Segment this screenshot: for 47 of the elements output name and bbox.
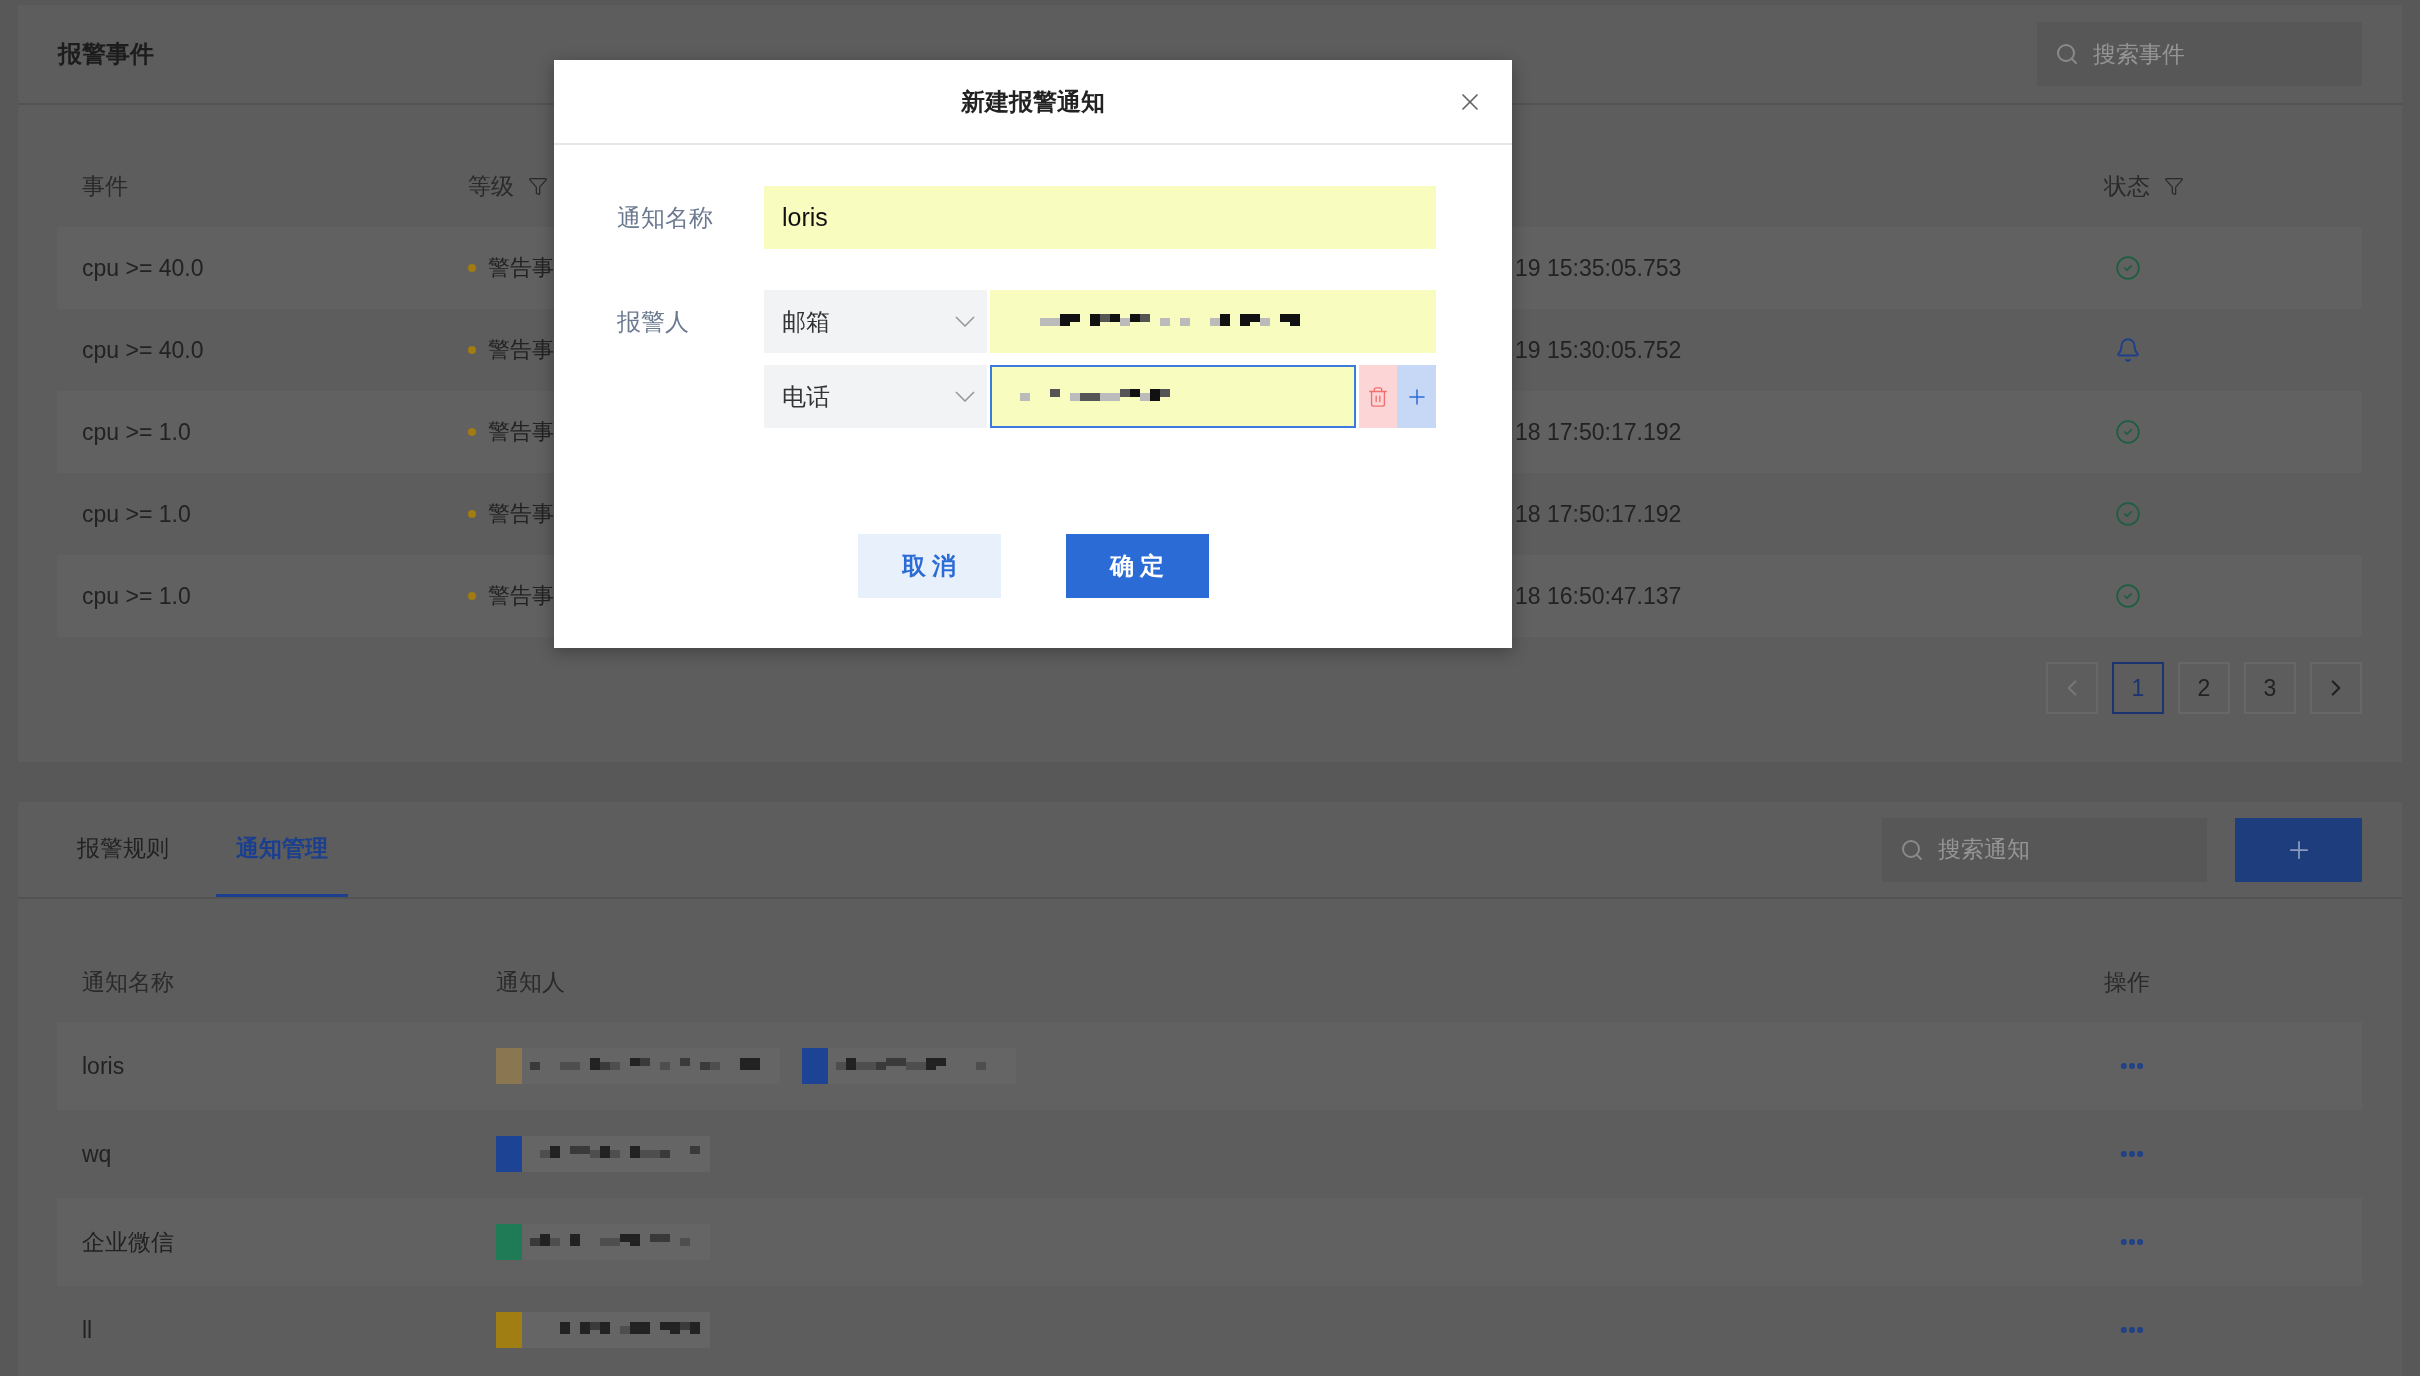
table-cell-text: 警告事 [488, 254, 554, 282]
channel-select[interactable]: 邮箱 [764, 290, 987, 353]
confirm-button[interactable]: 确 定 [1065, 534, 1209, 598]
add-button[interactable] [2235, 817, 2362, 882]
page-button[interactable]: 2 [2178, 662, 2230, 714]
filter-icon[interactable] [2164, 176, 2184, 196]
next-page-button[interactable] [2310, 662, 2362, 714]
dialog-title: 新建报警通知 [961, 86, 1105, 117]
field-label: 报警人 [617, 307, 690, 337]
table-cell-text: 18 16:50:47.137 [1515, 582, 1683, 610]
table-cell-text: cpu >= 40.0 [82, 254, 205, 282]
previous-page-button[interactable] [2046, 662, 2098, 714]
table-cell-text: 企业微信 [82, 1227, 175, 1257]
trash-icon [1367, 385, 1389, 408]
search-field[interactable]: 搜索事件 [2037, 22, 2362, 86]
table-cell-text: cpu >= 40.0 [82, 336, 205, 364]
table-cell-text: 警告事 [488, 336, 554, 364]
contact-field[interactable] [990, 365, 1356, 428]
filter-icon[interactable] [528, 176, 548, 196]
table-cell-text: 19 15:30:05.752 [1515, 336, 1683, 364]
table-cell-text: 19 15:35:05.753 [1515, 254, 1683, 282]
delete-button[interactable] [1359, 365, 1397, 428]
search-field[interactable]: 搜索通知 [1882, 817, 2207, 882]
table-cell-text: 警告事 [488, 500, 554, 528]
table-cell-text: 18 17:50:17.192 [1515, 418, 1683, 446]
field-label: 通知名称 [617, 203, 714, 233]
table-cell-text: 警告事 [488, 582, 554, 610]
table-cell-text: ll [82, 1316, 94, 1344]
table-cell-text: wq [82, 1140, 113, 1168]
chevron-down-icon [955, 391, 975, 402]
table-cell-text: loris [82, 1052, 126, 1080]
table-cell-text: cpu >= 1.0 [82, 582, 192, 610]
name-field[interactable]: loris [764, 186, 1436, 249]
table-cell-text: 18 17:50:17.192 [1515, 500, 1683, 528]
tab[interactable]: 报警规则 [57, 802, 189, 897]
search-icon [1900, 837, 1924, 862]
table-cell-text: 警告事 [488, 418, 554, 446]
page-button[interactable]: 3 [2244, 662, 2296, 714]
chevron-down-icon [955, 316, 975, 327]
add-contact-button[interactable] [1397, 365, 1436, 428]
table-cell-text: cpu >= 1.0 [82, 418, 192, 446]
panel-title: 报警事件 [58, 39, 154, 69]
contact-field[interactable] [990, 290, 1436, 353]
cancel-button[interactable]: 取 消 [857, 534, 1001, 598]
search-icon [2055, 42, 2079, 66]
table-cell-text: cpu >= 1.0 [82, 500, 192, 528]
channel-select[interactable]: 电话 [764, 365, 987, 428]
